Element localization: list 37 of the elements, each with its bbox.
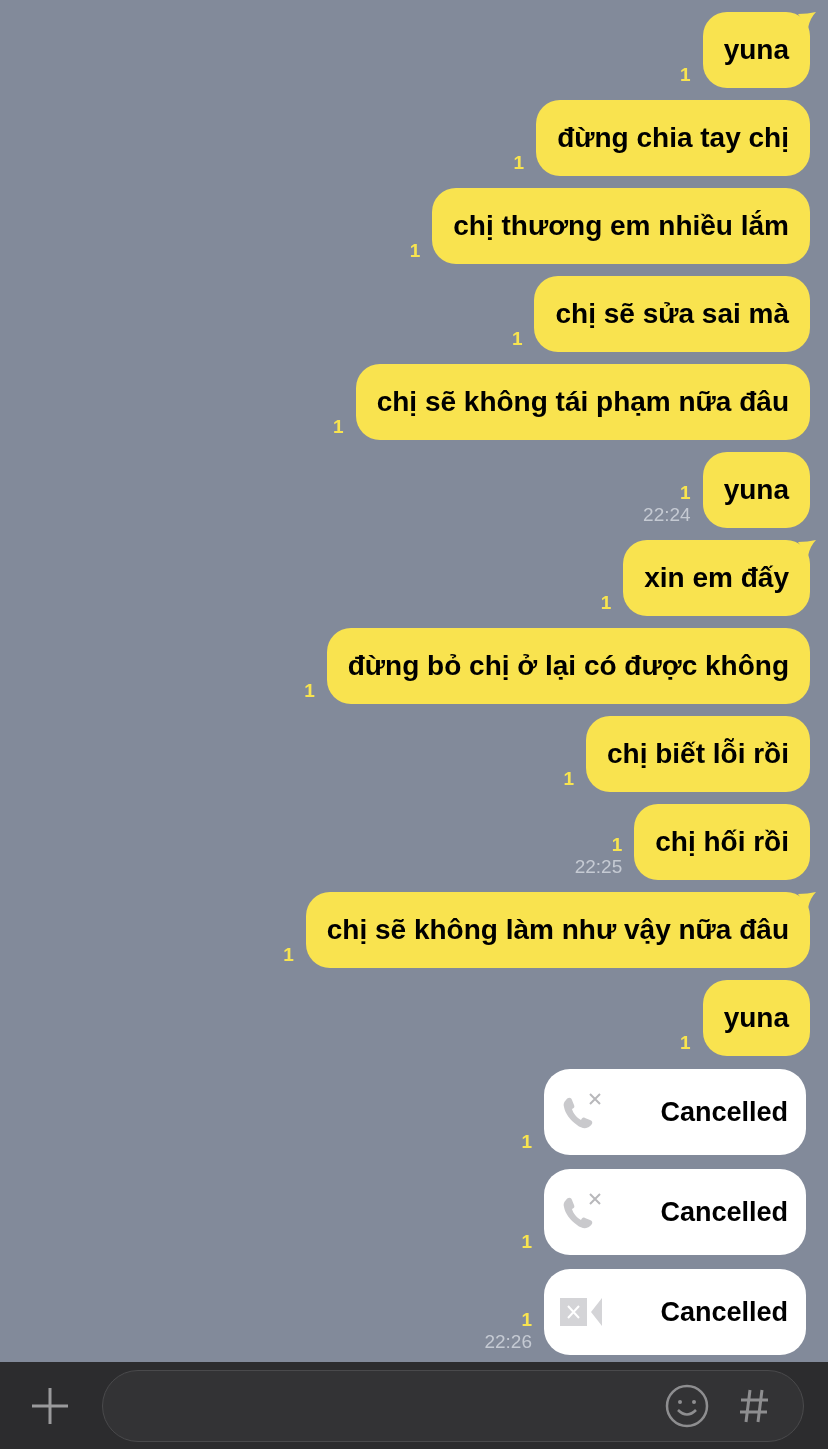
message-bubble: chị sẽ không làm như vậy nữa đâu (305, 892, 810, 968)
hashtag-icon[interactable] (739, 1387, 769, 1424)
message-time: 22:25 (574, 857, 623, 876)
unread-count: 1 (563, 769, 574, 788)
unread-count: 1 (409, 241, 421, 260)
message-bubble: đừng bỏ chị ở lại có được không (326, 628, 810, 704)
message-bubble: xin em đấy (623, 540, 810, 616)
message-time: 22:24 (643, 505, 691, 524)
unread-count: 1 (521, 1310, 532, 1329)
unread-count: 1 (333, 417, 344, 436)
message-bubble: chị sẽ sửa sai mà (534, 276, 810, 352)
message-bubble: chị biết lỗi rồi (586, 716, 810, 792)
call-status: Cancelled (660, 1095, 788, 1129)
message-time: 22:26 (484, 1332, 532, 1351)
unread-count: 1 (680, 65, 691, 84)
unread-count: 1 (513, 153, 525, 172)
unread-count: 1 (521, 1232, 532, 1251)
unread-count: 1 (511, 329, 523, 348)
cancelled-video-call-icon (560, 1296, 604, 1328)
message-bubble: chị hối rồi (634, 804, 810, 880)
unread-count: 1 (304, 681, 315, 700)
unread-count: 1 (680, 483, 691, 502)
message-bubble: yuna (702, 452, 810, 528)
message-bubble: yuna (702, 980, 810, 1056)
unread-count: 1 (611, 835, 623, 854)
plus-icon[interactable] (30, 1385, 70, 1426)
unread-count: 1 (521, 1132, 532, 1151)
call-status: Cancelled (660, 1295, 788, 1329)
message-bubble: đừng chia tay chị (536, 100, 810, 176)
emoji-icon[interactable] (665, 1383, 709, 1428)
call-status: Cancelled (660, 1195, 788, 1229)
message-bubble: chị sẽ không tái phạm nữa đâu (355, 364, 810, 440)
unread-count: 1 (600, 593, 612, 612)
message-bubble: chị thương em nhiều lắm (432, 188, 810, 264)
message-bubble: yuna (702, 12, 810, 88)
unread-count: 1 (283, 945, 294, 964)
unread-count: 1 (680, 1033, 691, 1052)
